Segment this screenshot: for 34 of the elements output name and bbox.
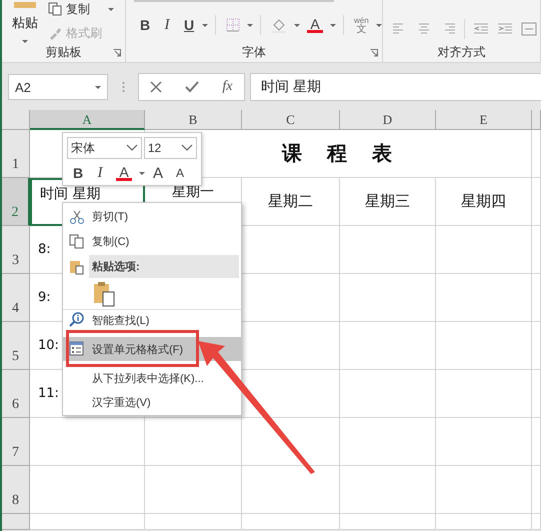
column-header[interactable]: A (30, 110, 145, 130)
formula-field[interactable]: 时间 星期 (250, 73, 541, 101)
font-dropdown[interactable]: 宋体 (67, 137, 142, 159)
row-header[interactable]: 8 (2, 466, 30, 514)
group-label: 字体 (241, 44, 267, 61)
column-header[interactable]: B (145, 110, 242, 130)
row-header[interactable]: 3 (2, 226, 30, 274)
font-size: 12 (148, 141, 162, 155)
menu-section-header: 粘贴选项: (89, 255, 239, 278)
phonetic-button[interactable]: wén 文 (351, 15, 372, 35)
bold-button[interactable]: B (136, 15, 154, 35)
column-header[interactable]: D (340, 110, 436, 130)
row-header[interactable]: 2 (2, 178, 30, 226)
row-header[interactable]: 7 (2, 418, 30, 466)
column-header[interactable]: C (242, 110, 340, 130)
paste-button[interactable]: 粘贴 (2, 0, 48, 44)
table-cell: 星期三 (340, 178, 436, 226)
row-header[interactable]: 6 (2, 370, 30, 418)
group-label: 对齐方式 (436, 44, 486, 61)
insert-function-button[interactable]: fx (222, 79, 232, 95)
font-name: 宋体 (71, 140, 95, 156)
row-header[interactable]: 5 (2, 322, 30, 370)
cell-reference: A2 (15, 80, 31, 94)
underline-button[interactable]: U (180, 15, 198, 35)
row-header[interactable]: 4 (2, 274, 30, 322)
table-cell: 星期四 (436, 178, 532, 226)
group-label: 剪贴板 (44, 44, 82, 61)
italic-button[interactable]: I (158, 15, 176, 35)
name-box[interactable]: A2 (8, 74, 108, 100)
font-size-dropdown[interactable]: 12 (144, 137, 197, 159)
row-header[interactable]: 1 (2, 130, 30, 178)
column-header[interactable]: E (436, 110, 532, 130)
copy-button[interactable]: 复制 (48, 0, 114, 18)
font-color-button[interactable]: A (304, 15, 326, 35)
